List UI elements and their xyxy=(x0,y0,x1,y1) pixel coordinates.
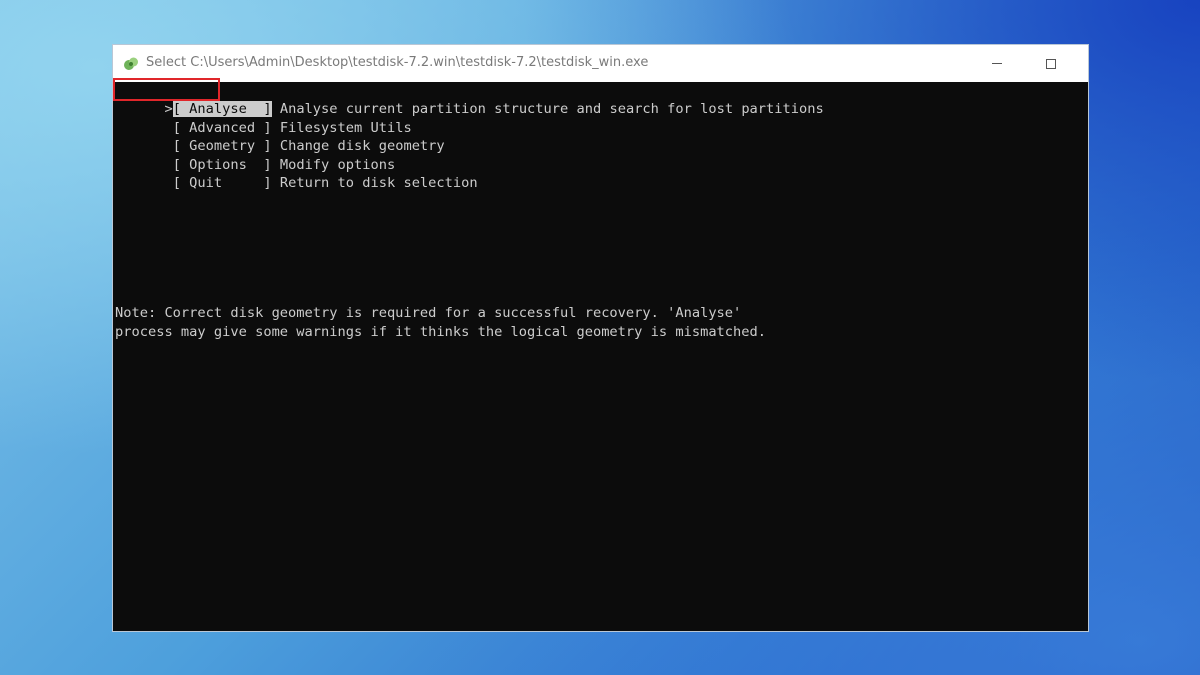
menu-item-quit[interactable]: [ Quit ] Return to disk selection xyxy=(115,156,478,191)
title-bar[interactable]: Select C:\Users\Admin\Desktop\testdisk-7… xyxy=(113,45,1088,82)
menu-item-advanced[interactable]: [ Advanced ] Filesystem Utils xyxy=(115,101,412,136)
menu-item-geometry[interactable]: [ Geometry ] Change disk geometry xyxy=(115,119,445,154)
note-line-1: Note: Correct disk geometry is required … xyxy=(115,305,742,321)
note-line-2: process may give some warnings if it thi… xyxy=(115,324,767,340)
menu-item-label[interactable]: [ Quit ] xyxy=(173,175,272,191)
maximize-button[interactable] xyxy=(1028,45,1074,82)
window-title: Select C:\Users\Admin\Desktop\testdisk-7… xyxy=(146,55,649,70)
minimize-button[interactable] xyxy=(974,45,1020,82)
console-window: Select C:\Users\Admin\Desktop\testdisk-7… xyxy=(112,44,1089,632)
selection-highlight-box xyxy=(113,78,220,101)
maximize-icon xyxy=(1046,58,1056,69)
console-area[interactable]: >[ Analyse ] Analyse current partition s… xyxy=(113,78,1088,631)
menu-item-options[interactable]: [ Options ] Modify options xyxy=(115,138,396,173)
minimize-icon xyxy=(992,63,1002,64)
menu-item-description: Return to disk selection xyxy=(279,175,478,191)
menu-item-analyse[interactable]: >[ Analyse ] Analyse current partition s… xyxy=(113,78,824,117)
testdisk-app-icon xyxy=(124,57,138,70)
